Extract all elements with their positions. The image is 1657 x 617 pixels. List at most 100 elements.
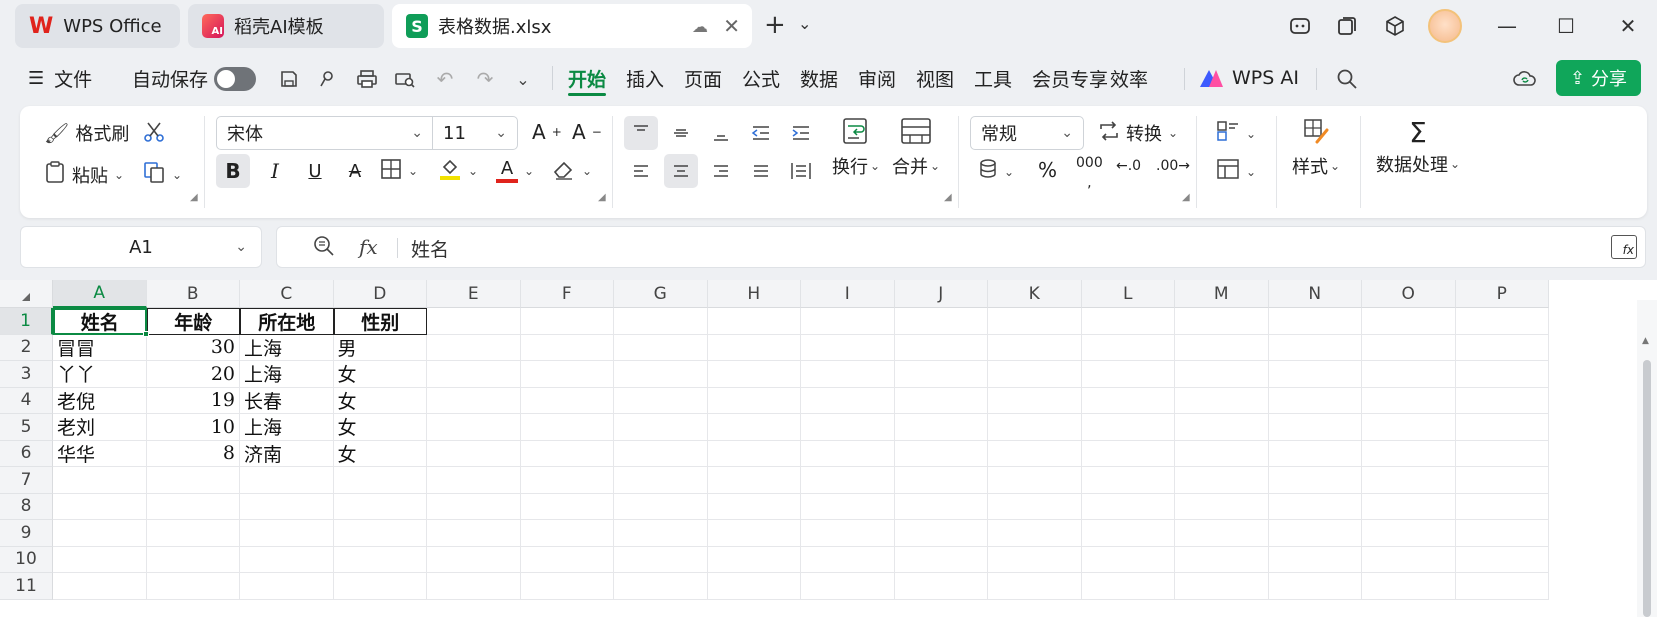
strikethrough-icon[interactable]: A: [338, 154, 372, 188]
cell-b4[interactable]: 19: [146, 387, 240, 414]
cell-f1[interactable]: [520, 308, 614, 335]
cell-p2[interactable]: [1455, 334, 1549, 361]
cell-g4[interactable]: [614, 387, 708, 414]
row-header-5[interactable]: 5: [0, 414, 53, 441]
group-expand-icon[interactable]: ◢: [944, 192, 952, 203]
cell-c3[interactable]: 上海: [240, 361, 334, 388]
cell-p7[interactable]: [1455, 467, 1549, 494]
cell-l7[interactable]: [1081, 467, 1175, 494]
save-icon[interactable]: [274, 64, 304, 94]
cell-g1[interactable]: [614, 308, 708, 335]
cell-k3[interactable]: [988, 361, 1082, 388]
cell-f6[interactable]: [520, 440, 614, 467]
cell-f4[interactable]: [520, 387, 614, 414]
cell-n5[interactable]: [1268, 414, 1362, 441]
name-box[interactable]: A1 ⌄: [20, 226, 262, 268]
cell-b2[interactable]: 30: [146, 334, 240, 361]
cell-d1[interactable]: 性别: [333, 308, 427, 335]
justify-icon[interactable]: [744, 154, 778, 188]
select-all-corner[interactable]: [0, 280, 53, 308]
formula-input[interactable]: 姓名: [411, 235, 449, 262]
cell-e9[interactable]: [427, 520, 521, 547]
font-name-select[interactable]: 宋体 ⌄: [216, 116, 434, 150]
cell-b10[interactable]: [146, 546, 240, 573]
user-avatar[interactable]: [1428, 9, 1462, 43]
cell-n8[interactable]: [1268, 493, 1362, 520]
cell-g11[interactable]: [614, 573, 708, 600]
merge-cells-button[interactable]: 合并 ⌄: [892, 116, 940, 179]
print-icon[interactable]: [352, 64, 382, 94]
cell-b11[interactable]: [146, 573, 240, 600]
link-icon[interactable]: [312, 64, 342, 94]
cell-m6[interactable]: [1175, 440, 1269, 467]
column-header-g[interactable]: G: [614, 280, 708, 308]
cell-m2[interactable]: [1175, 334, 1269, 361]
font-size-select[interactable]: 11 ⌄: [432, 116, 518, 150]
cell-g6[interactable]: [614, 440, 708, 467]
cell-d8[interactable]: [333, 493, 427, 520]
cell-i1[interactable]: [801, 308, 895, 335]
cell-i5[interactable]: [801, 414, 895, 441]
cell-d9[interactable]: [333, 520, 427, 547]
cell-l9[interactable]: [1081, 520, 1175, 547]
cell-h8[interactable]: [707, 493, 801, 520]
percent-icon[interactable]: %: [1038, 158, 1057, 182]
cell-f8[interactable]: [520, 493, 614, 520]
wps-ai-button[interactable]: WPS AI: [1200, 58, 1299, 98]
increase-indent-icon[interactable]: [784, 116, 818, 150]
cell-p6[interactable]: [1455, 440, 1549, 467]
cell-j6[interactable]: [894, 440, 988, 467]
cell-h11[interactable]: [707, 573, 801, 600]
fx-insert-function-icon[interactable]: fx: [359, 235, 378, 259]
file-menu[interactable]: ☰ 文件: [28, 58, 92, 98]
cell-p9[interactable]: [1455, 520, 1549, 547]
cell-p5[interactable]: [1455, 414, 1549, 441]
tab-home[interactable]: 开始: [568, 58, 607, 98]
cell-f2[interactable]: [520, 334, 614, 361]
bold-icon[interactable]: B: [216, 154, 250, 188]
cell-m10[interactable]: [1175, 546, 1269, 573]
assistant-icon[interactable]: [1282, 8, 1318, 44]
column-header-b[interactable]: B: [146, 280, 240, 308]
tab-tools[interactable]: 工具: [974, 58, 1012, 98]
column-header-f[interactable]: F: [520, 280, 614, 308]
cell-b6[interactable]: 8: [146, 440, 240, 467]
cell-o6[interactable]: [1362, 440, 1456, 467]
cell-l1[interactable]: [1081, 308, 1175, 335]
zoom-formula-icon[interactable]: [313, 235, 335, 262]
cell-e3[interactable]: [427, 361, 521, 388]
cell-j3[interactable]: [894, 361, 988, 388]
cell-e7[interactable]: [427, 467, 521, 494]
cell-k4[interactable]: [988, 387, 1082, 414]
cell-m7[interactable]: [1175, 467, 1269, 494]
cell-c6[interactable]: 济南: [240, 440, 334, 467]
thousands-separator-icon[interactable]: 000,: [1076, 156, 1103, 190]
cell-m4[interactable]: [1175, 387, 1269, 414]
cell-a3[interactable]: 丫丫: [53, 361, 147, 388]
cell-d6[interactable]: 女: [333, 440, 427, 467]
cell-a8[interactable]: [53, 493, 147, 520]
cell-c10[interactable]: [240, 546, 334, 573]
cell-k2[interactable]: [988, 334, 1082, 361]
italic-icon[interactable]: I: [258, 154, 292, 188]
maximize-icon[interactable]: ☐: [1548, 8, 1584, 44]
cell-j10[interactable]: [894, 546, 988, 573]
cell-d4[interactable]: 女: [333, 387, 427, 414]
cell-m8[interactable]: [1175, 493, 1269, 520]
cell-a1[interactable]: 姓名: [53, 308, 147, 335]
scroll-up-icon[interactable]: ▲: [1642, 336, 1649, 346]
cell-c8[interactable]: [240, 493, 334, 520]
cell-f10[interactable]: [520, 546, 614, 573]
cell-g7[interactable]: [614, 467, 708, 494]
row-header-8[interactable]: 8: [0, 493, 53, 520]
minimize-icon[interactable]: —: [1489, 8, 1525, 44]
cell-a10[interactable]: [53, 546, 147, 573]
increase-font-icon[interactable]: A +: [532, 120, 562, 144]
cell-e1[interactable]: [427, 308, 521, 335]
close-window-icon[interactable]: ✕: [1610, 8, 1646, 44]
column-header-i[interactable]: I: [801, 280, 895, 308]
currency-button[interactable]: ⌄: [978, 158, 1014, 185]
cell-n9[interactable]: [1268, 520, 1362, 547]
cell-g2[interactable]: [614, 334, 708, 361]
cell-h4[interactable]: [707, 387, 801, 414]
